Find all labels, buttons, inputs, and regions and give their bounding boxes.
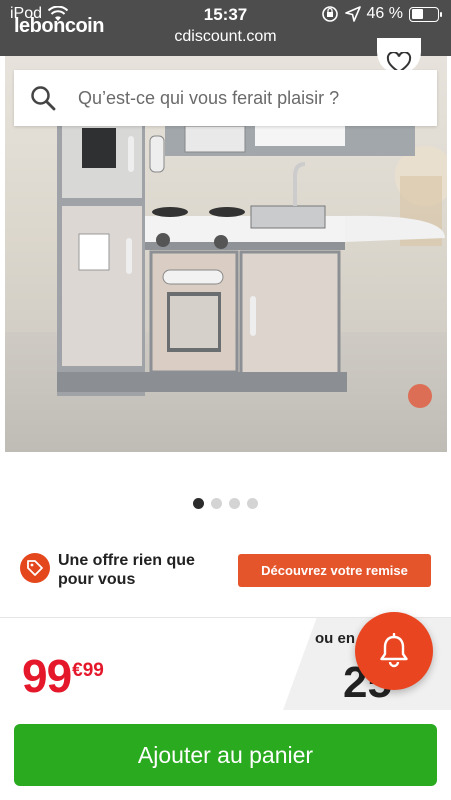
bell-icon <box>380 633 408 668</box>
carousel-dots <box>0 498 451 509</box>
search-bar[interactable] <box>14 70 437 126</box>
add-to-cart-button[interactable]: Ajouter au panier <box>14 724 437 786</box>
carousel-dot[interactable] <box>229 498 240 509</box>
price-integer: 99 <box>22 650 72 702</box>
status-right: 46 % <box>321 5 442 23</box>
carousel-dot[interactable] <box>193 498 204 509</box>
battery-percent: 46 % <box>366 5 403 22</box>
carousel-dot[interactable] <box>247 498 258 509</box>
search-input[interactable] <box>78 87 418 109</box>
installment-label: ou en <box>315 630 355 647</box>
notification-bell-button[interactable] <box>355 612 433 690</box>
price: 99 €99 <box>22 650 104 702</box>
search-icon[interactable] <box>30 85 56 111</box>
price-cents: €99 <box>72 660 104 681</box>
offer-banner: Une offre rien que pour vous Découvrez v… <box>20 548 431 590</box>
location-arrow-icon <box>344 6 361 22</box>
carousel-dot[interactable] <box>211 498 222 509</box>
orientation-lock-icon <box>321 6 338 22</box>
battery-icon <box>409 6 442 22</box>
tag-icon <box>20 553 50 583</box>
discover-discount-button[interactable]: Découvrez votre remise <box>238 554 431 587</box>
offer-text: Une offre rien que pour vous <box>58 552 195 588</box>
